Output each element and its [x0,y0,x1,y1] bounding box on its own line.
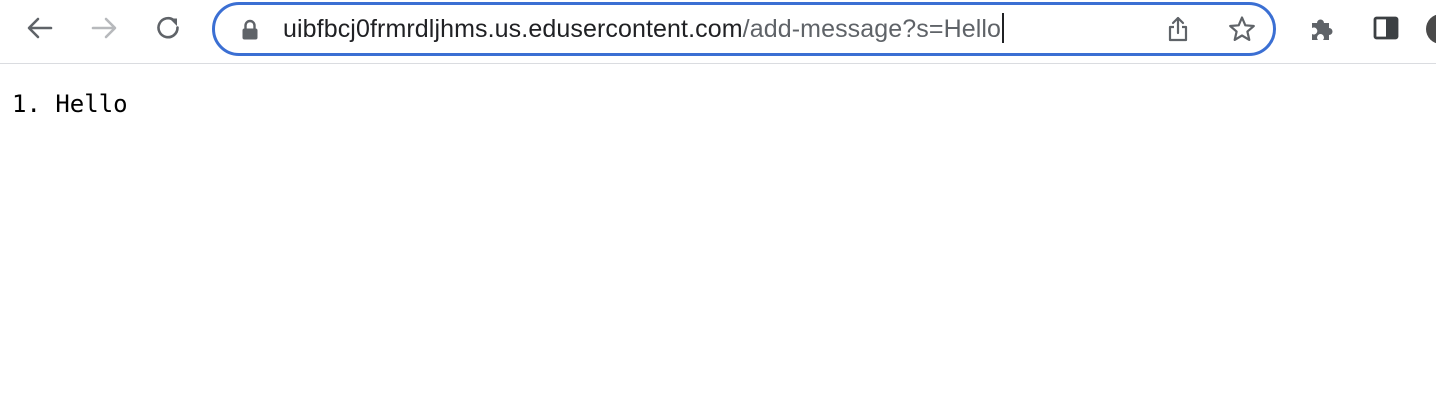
star-icon [1229,16,1255,41]
bookmark-button[interactable] [1223,10,1261,48]
arrow-right-icon [91,17,117,39]
message-list: 1. Hello [12,90,128,118]
profile-avatar[interactable] [1426,14,1436,44]
list-item-number: 1. [12,90,41,118]
reload-button[interactable] [146,6,190,50]
lock-icon [242,19,258,40]
share-button[interactable] [1159,10,1197,48]
puzzle-icon [1312,19,1333,40]
browser-toolbar: uibfbcj0frmrdljhms.us.edusercontent.com/… [0,0,1436,64]
url-host: uibfbcj0frmrdljhms.us.edusercontent.com [283,15,743,43]
message-text: Hello [55,90,128,118]
reload-icon [157,16,179,39]
url-text[interactable]: uibfbcj0frmrdljhms.us.edusercontent.com/… [283,5,1005,53]
extensions-button[interactable] [1300,6,1344,50]
url-path: /add-message?s=Hello [742,15,1002,43]
arrow-left-icon [27,17,53,39]
text-caret [1002,13,1005,44]
address-bar[interactable]: uibfbcj0frmrdljhms.us.edusercontent.com/… [212,2,1276,56]
forward-button[interactable] [82,6,126,50]
side-panel-button[interactable] [1364,6,1408,50]
side-panel-icon [1373,16,1399,40]
share-icon [1168,16,1188,42]
back-button[interactable] [18,6,62,50]
list-item: 1. Hello [12,90,128,118]
